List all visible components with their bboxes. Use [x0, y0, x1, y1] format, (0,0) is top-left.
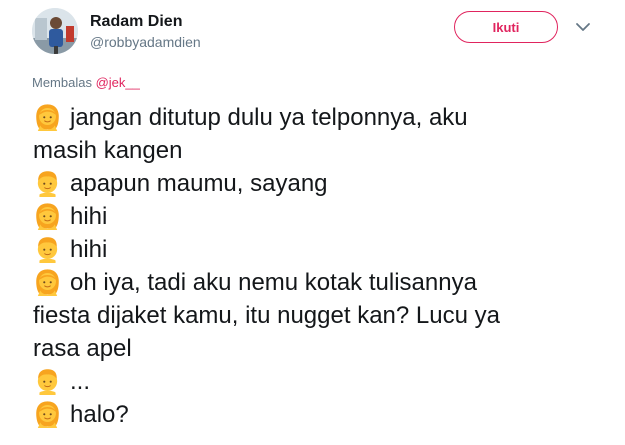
- tweet-line: hihi: [33, 200, 603, 233]
- avatar[interactable]: [32, 8, 78, 54]
- tweet-line: rasa apel: [33, 332, 603, 365]
- tweet-line-text: oh iya, tadi aku nemu kotak tulisannya: [70, 269, 477, 296]
- chevron-down-icon[interactable]: [574, 18, 592, 36]
- tweet-line: masih kangen: [33, 134, 603, 167]
- reply-context: Membalas @jek__: [32, 75, 140, 91]
- man-icon: [33, 366, 62, 395]
- tweet-line: fiesta dijaket kamu, itu nugget kan? Luc…: [33, 299, 603, 332]
- tweet-line: jangan ditutup dulu ya telponnya, aku: [33, 101, 603, 134]
- man-icon: [33, 234, 62, 263]
- tweet-line-text: apapun maumu, sayang: [70, 170, 328, 197]
- reply-prefix: Membalas: [32, 75, 92, 90]
- tweet-line-text: masih kangen: [33, 137, 183, 164]
- tweet-line: ...: [33, 365, 603, 398]
- tweet-line-text: hihi: [70, 236, 108, 263]
- author-name[interactable]: Radam Dien: [90, 12, 182, 32]
- tweet-header: Radam Dien @robbyadamdien Ikuti: [32, 8, 602, 54]
- tweet-line: apapun maumu, sayang: [33, 167, 603, 200]
- woman-icon: [33, 267, 62, 296]
- tweet-line-text: rasa apel: [33, 335, 132, 362]
- tweet-card: Radam Dien @robbyadamdien Ikuti Membalas…: [0, 0, 625, 445]
- tweet-line-text: halo?: [70, 401, 129, 428]
- woman-icon: [33, 201, 62, 230]
- follow-button[interactable]: Ikuti: [454, 11, 558, 43]
- tweet-line-text: fiesta dijaket kamu, itu nugget kan? Luc…: [33, 302, 500, 329]
- tweet-line-text: jangan ditutup dulu ya telponnya, aku: [70, 104, 468, 131]
- tweet-text: jangan ditutup dulu ya telponnya, aku mas…: [33, 101, 603, 431]
- tweet-line-text: hihi: [70, 203, 108, 230]
- woman-icon: [33, 102, 62, 131]
- author-handle[interactable]: @robbyadamdien: [90, 33, 201, 51]
- tweet-line: oh iya, tadi aku nemu kotak tulisannya: [33, 266, 603, 299]
- tweet-line-text: ...: [70, 368, 91, 395]
- reply-mention-link[interactable]: @jek__: [96, 75, 140, 90]
- tweet-line: halo?: [33, 398, 603, 431]
- tweet-line: hihi: [33, 233, 603, 266]
- man-icon: [33, 168, 62, 197]
- woman-icon: [33, 399, 62, 428]
